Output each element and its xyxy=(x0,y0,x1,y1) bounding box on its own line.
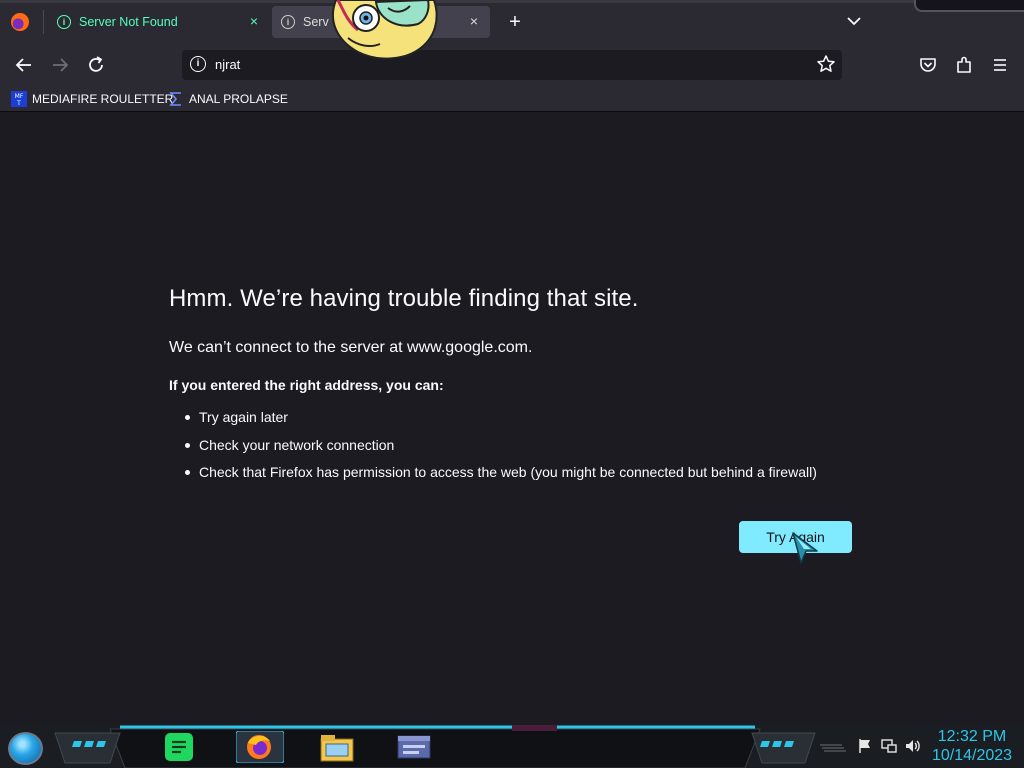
file-explorer-icon[interactable] xyxy=(318,731,356,763)
info-icon: i xyxy=(281,15,295,29)
url-input[interactable]: njrat xyxy=(215,57,240,72)
pocket-icon[interactable] xyxy=(916,53,940,77)
error-hint: If you entered the right address, you ca… xyxy=(169,377,444,393)
system-clock[interactable]: 12:32 PM 10/14/2023 xyxy=(930,727,1014,765)
site-info-icon[interactable]: i xyxy=(190,56,206,72)
bookmark-anal-prolapse[interactable]: ANAL PROLAPSE xyxy=(168,90,288,108)
info-icon: i xyxy=(57,15,71,29)
menu-icon[interactable] xyxy=(988,53,1012,77)
window-corner-decoration xyxy=(914,0,1024,12)
navigation-toolbar: i njrat xyxy=(0,44,1024,86)
bookmarks-toolbar: MF T MEDIAFIRE ROULETTER ANAL PROLAPSE xyxy=(0,86,1024,112)
flag-icon[interactable] xyxy=(856,737,874,755)
svg-text:T: T xyxy=(16,100,21,107)
window-top-edge xyxy=(0,0,1024,3)
list-all-tabs-icon[interactable] xyxy=(845,11,863,31)
bookmark-label: ANAL PROLAPSE xyxy=(189,92,288,106)
firefox-menu-icon[interactable] xyxy=(11,13,29,31)
sigma-icon xyxy=(169,92,181,106)
suggestion-list: Try again later Check your network conne… xyxy=(185,409,817,492)
volume-icon[interactable] xyxy=(904,737,922,755)
list-item: Check your network connection xyxy=(185,437,817,465)
error-description: We can’t connect to the server at www.go… xyxy=(169,339,533,356)
mouse-cursor-icon xyxy=(792,532,818,564)
bookmark-star-icon[interactable] xyxy=(816,54,836,74)
clock-date: 10/14/2023 xyxy=(931,747,1013,764)
tab-close-icon[interactable]: × xyxy=(250,14,258,28)
cartoon-character-sticker xyxy=(332,0,438,60)
forward-icon[interactable] xyxy=(48,53,72,77)
bookmark-mediafire[interactable]: MF T MEDIAFIRE ROULETTER xyxy=(11,90,173,108)
svg-text:MF: MF xyxy=(15,93,24,100)
mediafire-icon: MF T xyxy=(11,91,27,107)
back-icon[interactable] xyxy=(12,53,36,77)
spotify-icon[interactable] xyxy=(162,731,196,763)
network-icon[interactable] xyxy=(880,737,898,755)
window-app-icon[interactable] xyxy=(395,731,433,763)
tab-label: Server Not Found xyxy=(79,15,178,29)
extensions-icon[interactable] xyxy=(952,53,976,77)
new-tab-button[interactable]: + xyxy=(505,10,525,34)
tab-server-not-found[interactable]: i Server Not Found × xyxy=(48,6,270,38)
error-title: Hmm. We’re having trouble finding that s… xyxy=(169,285,639,312)
tab-close-icon[interactable]: × xyxy=(470,14,478,28)
list-item: Check that Firefox has permission to acc… xyxy=(185,464,817,492)
error-page: Hmm. We’re having trouble finding that s… xyxy=(0,113,1024,725)
url-bar[interactable]: i njrat xyxy=(182,50,842,80)
start-button[interactable] xyxy=(8,732,43,765)
reload-icon[interactable] xyxy=(84,53,108,77)
bookmark-label: MEDIAFIRE ROULETTER xyxy=(32,92,174,106)
tab-separator xyxy=(43,10,44,34)
list-item: Try again later xyxy=(185,409,817,437)
clock-time: 12:32 PM xyxy=(937,728,1007,745)
taskbar: 12:32 PM 10/14/2023 xyxy=(0,725,1024,768)
firefox-icon[interactable] xyxy=(236,731,284,763)
tab-strip: i Server Not Found × i Serv × + xyxy=(0,0,1024,44)
